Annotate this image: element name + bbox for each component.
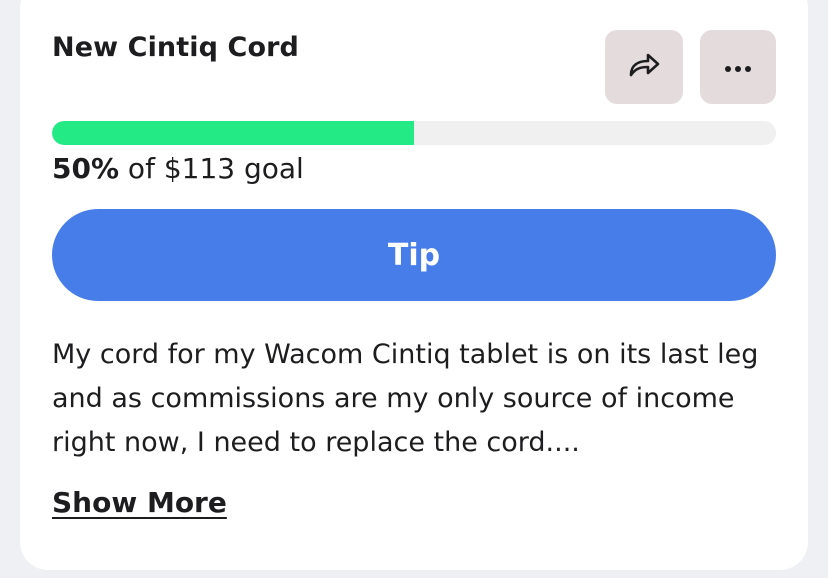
goal-description: My cord for my Wacom Cintiq tablet is on… xyxy=(52,339,759,458)
goal-status: 50% of $113 goal xyxy=(52,152,304,185)
show-more-link[interactable]: Show More xyxy=(52,486,227,519)
goal-title: New Cintiq Cord xyxy=(52,32,299,63)
goal-percent: 50% xyxy=(52,152,120,185)
goal-progress-fill xyxy=(52,121,414,145)
more-dots-icon xyxy=(723,58,753,77)
share-button[interactable] xyxy=(605,30,683,104)
tip-button[interactable]: Tip xyxy=(52,209,776,301)
goal-progress-bar xyxy=(52,121,776,145)
share-arrow-icon xyxy=(627,50,661,84)
more-options-button[interactable] xyxy=(700,30,776,104)
goal-amount-text: of $113 goal xyxy=(119,152,304,185)
